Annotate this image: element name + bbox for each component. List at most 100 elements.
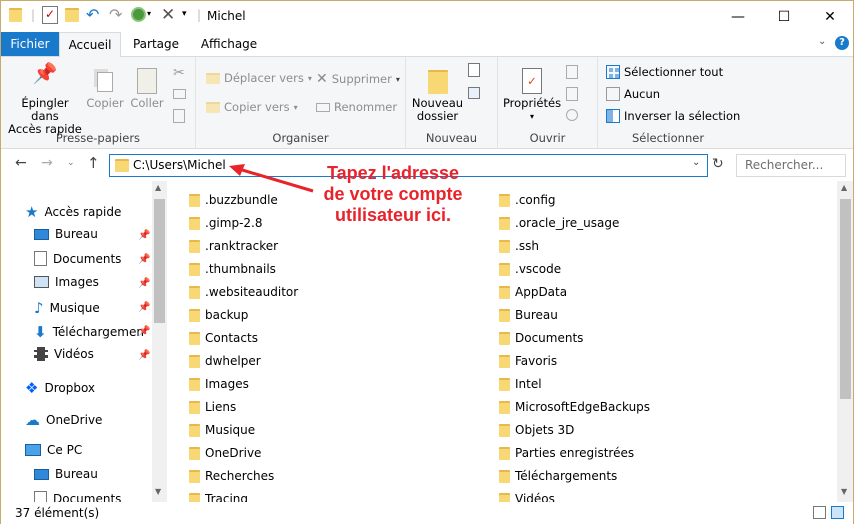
scroll-up-icon[interactable]: ▲: [155, 183, 161, 192]
properties-quick-icon[interactable]: ✓: [42, 6, 58, 24]
nav-pc-documents[interactable]: Documents: [34, 491, 121, 502]
maximize-button[interactable]: ☐: [761, 1, 807, 32]
file-item[interactable]: Tracing: [189, 492, 248, 502]
nav-this-pc[interactable]: Ce PC: [25, 443, 82, 457]
file-item[interactable]: .config: [499, 193, 556, 207]
scroll-thumb[interactable]: [840, 199, 851, 399]
file-item[interactable]: backup: [189, 308, 248, 322]
file-item[interactable]: Documents: [499, 331, 583, 345]
file-item[interactable]: .websiteauditor: [189, 285, 298, 299]
file-item[interactable]: Vidéos: [499, 492, 555, 502]
large-icons-view-icon[interactable]: [831, 506, 844, 519]
open-icon[interactable]: [566, 65, 578, 79]
share-quick-icon[interactable]: [131, 7, 146, 22]
copy-button[interactable]: Copier: [85, 67, 125, 110]
help-icon[interactable]: ?: [835, 36, 849, 50]
paste-shortcut-icon[interactable]: [173, 109, 185, 123]
tab-file[interactable]: Fichier: [1, 32, 59, 56]
file-name: Contacts: [205, 331, 258, 345]
file-item[interactable]: Objets 3D: [499, 423, 574, 437]
scroll-down-icon[interactable]: ▼: [155, 487, 161, 496]
properties-button[interactable]: ✓ Propriétés ▾: [502, 65, 562, 123]
nav-documents[interactable]: Documents: [34, 251, 121, 266]
nav-music[interactable]: ♪ Musique: [34, 299, 100, 317]
file-item[interactable]: Téléchargements: [499, 469, 617, 483]
minimize-button[interactable]: —: [715, 1, 761, 32]
tab-view[interactable]: Affichage: [195, 32, 263, 56]
nav-videos[interactable]: Vidéos: [34, 347, 94, 361]
invert-selection-button[interactable]: Inverser la sélection: [606, 109, 740, 123]
file-item[interactable]: .ranktracker: [189, 239, 278, 253]
new-item-icon[interactable]: [468, 63, 480, 77]
move-to-button[interactable]: Déplacer vers ▾: [206, 71, 312, 85]
undo-icon[interactable]: ↶: [86, 5, 99, 24]
nav-pc-desktop[interactable]: Bureau: [34, 467, 98, 481]
file-item[interactable]: Favoris: [499, 354, 557, 368]
pin-icon[interactable]: 📌: [138, 254, 150, 265]
search-input[interactable]: Rechercher...: [736, 154, 846, 177]
pin-icon[interactable]: 📌: [138, 350, 150, 361]
address-path[interactable]: C:\Users\Michel: [133, 158, 226, 172]
file-scrollbar[interactable]: ▲ ▼: [837, 181, 853, 502]
pin-icon[interactable]: 📌: [138, 278, 150, 289]
copy-to-button[interactable]: Copier vers ▾: [206, 100, 298, 114]
file-item[interactable]: .vscode: [499, 262, 561, 276]
scroll-down-icon[interactable]: ▼: [841, 487, 847, 496]
nav-dropbox[interactable]: ❖ Dropbox: [25, 379, 95, 397]
nav-quick-access[interactable]: ★ Accès rapide: [25, 203, 121, 221]
nav-downloads[interactable]: ⬇ Téléchargemen: [34, 323, 144, 341]
nav-onedrive[interactable]: ☁ OneDrive: [25, 411, 102, 429]
file-item[interactable]: Contacts: [189, 331, 258, 345]
paste-button[interactable]: Coller: [127, 65, 167, 110]
pin-icon[interactable]: 📌: [138, 302, 150, 313]
delete-quick-icon[interactable]: ✕: [161, 5, 175, 25]
edit-icon[interactable]: [566, 87, 578, 101]
back-arrow-icon[interactable]: ←: [15, 155, 27, 171]
file-item[interactable]: Images: [189, 377, 249, 391]
pin-icon[interactable]: 📌: [138, 326, 150, 337]
file-item[interactable]: .oracle_jre_usage: [499, 216, 619, 230]
nav-scrollbar[interactable]: ▲ ▼: [152, 181, 167, 502]
pin-quick-access-button[interactable]: 📌 Épingler dans Accès rapide: [7, 63, 83, 136]
tab-home[interactable]: Accueil: [59, 32, 121, 57]
scroll-up-icon[interactable]: ▲: [841, 183, 847, 192]
new-folder-button[interactable]: Nouveau dossier: [410, 67, 465, 123]
file-item[interactable]: .thumbnails: [189, 262, 276, 276]
nav-desktop[interactable]: Bureau: [34, 227, 98, 241]
delete-button[interactable]: ✕ Supprimer ▾: [316, 71, 400, 87]
file-item[interactable]: .ssh: [499, 239, 539, 253]
rename-button[interactable]: Renommer: [316, 100, 397, 114]
file-item[interactable]: Bureau: [499, 308, 558, 322]
file-item[interactable]: MicrosoftEdgeBackups: [499, 400, 650, 414]
forward-arrow-icon[interactable]: →: [41, 155, 53, 171]
file-item[interactable]: OneDrive: [189, 446, 261, 460]
select-all-button[interactable]: Sélectionner tout: [606, 65, 723, 79]
file-item[interactable]: AppData: [499, 285, 567, 299]
file-item[interactable]: Intel: [499, 377, 542, 391]
copy-path-icon[interactable]: [173, 89, 186, 99]
address-dropdown-icon[interactable]: ⌄: [692, 157, 700, 168]
file-item[interactable]: Recherches: [189, 469, 274, 483]
file-item[interactable]: Liens: [189, 400, 236, 414]
up-arrow-icon[interactable]: ↑: [87, 154, 100, 172]
file-item[interactable]: dwhelper: [189, 354, 261, 368]
refresh-icon[interactable]: ↻: [712, 156, 724, 172]
tab-share[interactable]: Partage: [127, 32, 185, 56]
redo-icon[interactable]: ↷: [109, 5, 122, 24]
details-view-icon[interactable]: [813, 506, 826, 519]
select-none-button[interactable]: Aucun: [606, 87, 660, 101]
file-item[interactable]: Musique: [189, 423, 255, 437]
file-item[interactable]: Parties enregistrées: [499, 446, 634, 460]
cut-icon[interactable]: ✂: [173, 65, 185, 81]
nav-images[interactable]: Images: [34, 275, 99, 289]
file-item[interactable]: .gimp-2.8: [189, 216, 263, 230]
customize-toolbar-icon[interactable]: ▾: [182, 9, 187, 19]
close-button[interactable]: ✕: [807, 1, 853, 32]
new-folder-quick-icon[interactable]: [65, 8, 79, 25]
collapse-ribbon-icon[interactable]: ⌄: [818, 36, 826, 47]
history-icon[interactable]: [566, 109, 578, 121]
easy-access-icon[interactable]: [468, 87, 480, 99]
pin-icon[interactable]: 📌: [138, 230, 150, 241]
recent-locations-icon[interactable]: ⌄: [67, 158, 75, 168]
scroll-thumb[interactable]: [154, 199, 165, 323]
